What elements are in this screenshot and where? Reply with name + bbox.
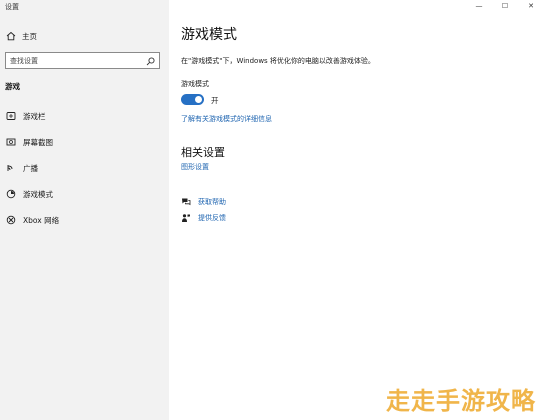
- main-content: — ☐ ✕ 游戏模式 在"游戏模式"下，Windows 将优化你的电脑以改善游戏…: [169, 0, 544, 420]
- sidebar: 设置 主页 游戏 游戏栏 屏幕截图 广播 游戏模式: [0, 0, 169, 420]
- window-title: 设置: [5, 3, 19, 11]
- watermark-logo: 走走手游攻略: [386, 387, 536, 415]
- sidebar-item-screenshots[interactable]: 屏幕截图: [0, 133, 169, 151]
- sidebar-item-game-mode[interactable]: 游戏模式: [0, 185, 169, 203]
- broadcast-icon: [6, 163, 16, 173]
- help-chat-icon: [181, 197, 191, 207]
- search-box[interactable]: [5, 52, 160, 69]
- related-settings-title: 相关设置: [181, 146, 225, 159]
- sidebar-item-xbox-network[interactable]: Xbox 网络: [0, 211, 169, 229]
- page-description: 在"游戏模式"下，Windows 将优化你的电脑以改善游戏体验。: [181, 57, 375, 65]
- sidebar-item-home[interactable]: 主页: [0, 27, 169, 45]
- sidebar-item-label: 游戏栏: [23, 111, 46, 121]
- maximize-button[interactable]: ☐: [492, 0, 518, 12]
- xbox-icon: [6, 215, 16, 225]
- game-bar-icon: [6, 111, 16, 121]
- home-icon: [6, 31, 16, 41]
- feedback-person-icon: [181, 213, 191, 223]
- toggle-state-label: 开: [211, 96, 219, 105]
- game-mode-toggle[interactable]: [181, 94, 204, 105]
- screenshot-icon: [6, 137, 16, 147]
- window-controls: — ☐ ✕: [466, 0, 544, 12]
- toggle-knob: [195, 96, 202, 103]
- graphics-settings-link[interactable]: 图形设置: [181, 162, 209, 172]
- sidebar-item-label: 屏幕截图: [23, 137, 53, 147]
- search-input[interactable]: [10, 56, 140, 65]
- game-mode-icon: [6, 189, 16, 199]
- sidebar-section-title: 游戏: [5, 82, 20, 91]
- sidebar-item-game-bar[interactable]: 游戏栏: [0, 107, 169, 125]
- close-button[interactable]: ✕: [518, 0, 544, 12]
- sidebar-item-broadcast[interactable]: 广播: [0, 159, 169, 177]
- page-title: 游戏模式: [181, 27, 237, 43]
- give-feedback-link[interactable]: 提供反馈: [181, 212, 226, 224]
- get-help-link[interactable]: 获取帮助: [181, 196, 226, 208]
- game-mode-toggle-label: 游戏模式: [181, 80, 209, 88]
- sidebar-item-home-label: 主页: [22, 31, 37, 41]
- sidebar-item-label: Xbox 网络: [23, 215, 60, 225]
- sidebar-item-label: 广播: [23, 163, 38, 173]
- minimize-button[interactable]: —: [466, 0, 492, 12]
- give-feedback-label: 提供反馈: [198, 214, 226, 222]
- get-help-label: 获取帮助: [198, 198, 226, 206]
- search-icon[interactable]: [146, 51, 155, 70]
- learn-more-link[interactable]: 了解有关游戏模式的详细信息: [181, 114, 272, 124]
- sidebar-item-label: 游戏模式: [23, 189, 53, 199]
